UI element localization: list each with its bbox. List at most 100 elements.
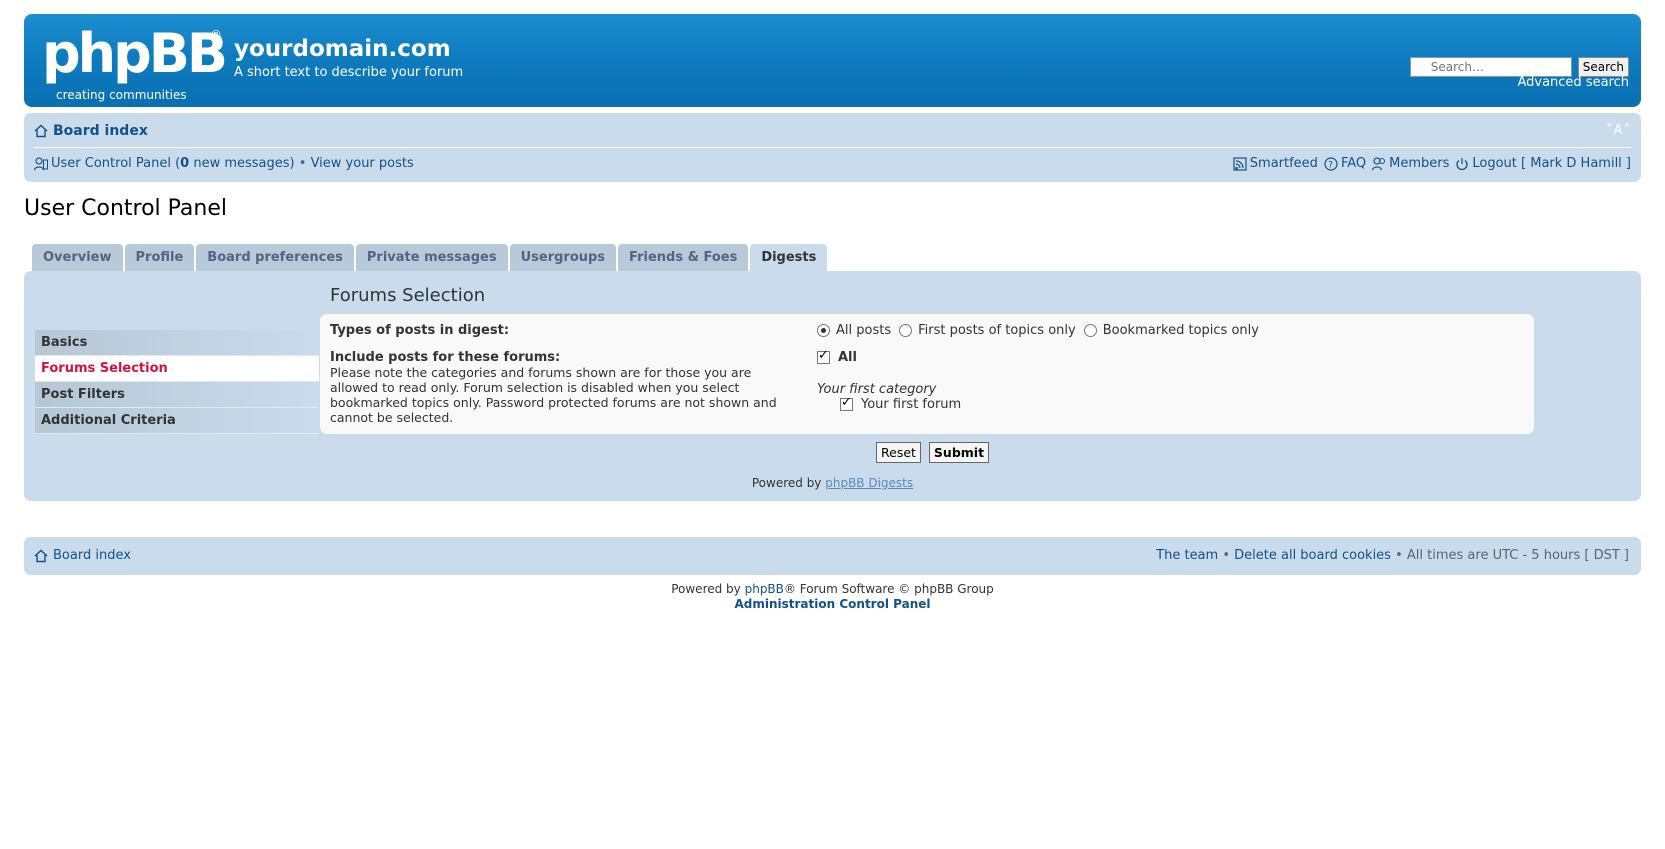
- font-size-toggle[interactable]: ˅A˄: [1606, 123, 1631, 138]
- user-icon: [34, 156, 48, 170]
- tab-private-messages[interactable]: Private messages: [355, 244, 508, 271]
- logo-registered-mark: ®: [210, 28, 222, 42]
- menu-item-additional-criteria[interactable]: Additional Criteria: [35, 408, 319, 434]
- footer-navbar: Board index The team • Delete all board …: [24, 537, 1641, 575]
- nav-left-links: User Control Panel (0 new messages) • Vi…: [34, 156, 414, 171]
- forum-label[interactable]: Your first forum: [861, 397, 961, 412]
- tab-usergroups[interactable]: Usergroups: [509, 244, 617, 271]
- feed-icon: [1233, 156, 1247, 171]
- tab-profile[interactable]: Profile: [124, 244, 195, 271]
- logout-label: Logout [ Mark D Hamill ]: [1472, 156, 1631, 171]
- ucp-link-text: User Control Panel (: [51, 156, 181, 171]
- view-posts-link[interactable]: View your posts: [311, 156, 414, 171]
- phpbb-digests-link[interactable]: phpBB Digests: [825, 476, 913, 490]
- copyright-suffix: ® Forum Software © phpBB Group: [783, 582, 994, 596]
- radio-all-posts[interactable]: [817, 324, 830, 337]
- ucp-panel: Basics Forums Selection Post Filters Add…: [24, 271, 1641, 501]
- site-name: yourdomain.com: [234, 36, 451, 62]
- ucp-link[interactable]: User Control Panel (0 new messages): [51, 156, 295, 171]
- phpbb-link[interactable]: phpBB: [745, 582, 784, 596]
- all-forums-label[interactable]: All: [838, 350, 857, 365]
- radio-first-posts[interactable]: [899, 324, 913, 337]
- tab-board-preferences[interactable]: Board preferences: [196, 244, 354, 271]
- breadcrumb-board-index[interactable]: Board index: [34, 123, 1631, 139]
- footer-board-index[interactable]: Board index: [34, 548, 131, 563]
- forum-checkbox[interactable]: [840, 395, 853, 411]
- site-header: phpBB creating communities ® yourdomain.…: [24, 14, 1641, 107]
- faq-label: FAQ: [1340, 156, 1367, 171]
- submit-button[interactable]: Submit: [928, 442, 990, 463]
- faq-icon: ?: [1324, 156, 1338, 171]
- post-type-radio-group: All posts First posts of topics only Boo…: [817, 323, 1267, 338]
- radio-bookmarked[interactable]: [1083, 324, 1097, 337]
- timezone-info: All times are UTC - 5 hours [ DST ]: [1406, 548, 1629, 563]
- include-forums-explain: Please note the categories and forums sh…: [330, 365, 777, 425]
- members-link[interactable]: Members: [1372, 156, 1449, 171]
- search-input-wrap: [1409, 56, 1572, 77]
- copyright-prefix: Powered by: [671, 582, 745, 596]
- radio-all-posts-label[interactable]: All posts: [836, 323, 891, 338]
- types-of-posts-label: Types of posts in digest:: [330, 323, 510, 338]
- footer-bullet-2: •: [1390, 548, 1407, 563]
- radio-bookmarked-label[interactable]: Bookmarked topics only: [1103, 323, 1259, 338]
- include-forums-label: Include posts for these forums:: [330, 350, 561, 365]
- digests-powered-prefix: Powered by: [751, 476, 826, 490]
- team-link[interactable]: The team: [1156, 548, 1218, 563]
- home-icon: [34, 549, 48, 562]
- include-forums-block: Include posts for these forums: Please n…: [330, 350, 800, 425]
- digests-powered-by: Powered by phpBB Digests: [24, 476, 1641, 490]
- delete-cookies-link[interactable]: Delete all board cookies: [1234, 548, 1391, 563]
- new-messages-count: 0: [180, 156, 190, 171]
- menu-item-forums-selection[interactable]: Forums Selection: [35, 356, 319, 382]
- menu-item-basics[interactable]: Basics: [35, 330, 319, 356]
- menu-item-post-filters[interactable]: Post Filters: [35, 382, 319, 408]
- all-forums-checkbox[interactable]: [817, 348, 830, 364]
- reset-button[interactable]: Reset: [876, 442, 921, 463]
- search-button[interactable]: Search: [1577, 56, 1629, 77]
- footer-bullet-1: •: [1218, 548, 1235, 563]
- settings-fieldset: Types of posts in digest: All posts Firs…: [320, 314, 1534, 434]
- nav-divider: [34, 147, 1631, 148]
- logo-tagline: creating communities: [56, 88, 187, 102]
- members-label: Members: [1389, 156, 1450, 171]
- all-forums-row: All: [817, 348, 857, 365]
- tab-digests[interactable]: Digests: [750, 244, 828, 271]
- nav-links-row: User Control Panel (0 new messages) • Vi…: [34, 156, 1631, 176]
- page-wrapper: phpBB creating communities ® yourdomain.…: [24, 14, 1641, 611]
- footer-right-links: The team • Delete all board cookies • Al…: [1156, 548, 1629, 563]
- copyright-line: Powered by phpBB® Forum Software © phpBB…: [24, 582, 1641, 597]
- svg-text:?: ?: [1328, 160, 1333, 170]
- board-index-label: Board index: [53, 123, 148, 139]
- category-label: Your first category: [817, 382, 937, 397]
- content-title: Forums Selection: [330, 285, 486, 306]
- members-icon: [1372, 156, 1386, 170]
- home-icon: [34, 124, 48, 138]
- footer-board-index-label: Board index: [53, 548, 131, 563]
- forum-row: Your first forum: [840, 395, 961, 412]
- nav-breadcrumb-row: Board index ˅A˄: [34, 123, 1631, 143]
- tab-overview[interactable]: Overview: [32, 244, 123, 271]
- advanced-search-link[interactable]: Advanced search: [1517, 75, 1629, 90]
- logo-text: phpBB: [42, 22, 228, 85]
- copyright: Powered by phpBB® Forum Software © phpBB…: [24, 582, 1641, 612]
- smartfeed-label: Smartfeed: [1249, 156, 1318, 171]
- form-buttons: Reset Submit: [876, 442, 990, 463]
- nav-bullet: •: [294, 156, 311, 171]
- phpbb-logo[interactable]: phpBB creating communities: [42, 22, 228, 102]
- nav-right-links: Smartfeed ? FAQ Members Logout [Mark D …: [1233, 156, 1631, 171]
- smartfeed-link[interactable]: Smartfeed: [1233, 156, 1318, 171]
- ucp-tabs: Overview Profile Board preferences Priva…: [32, 244, 828, 271]
- site-description: A short text to describe your forum: [234, 65, 464, 80]
- tab-friends-foes[interactable]: Friends & Foes: [618, 244, 749, 271]
- acp-link[interactable]: Administration Control Panel: [24, 597, 1641, 612]
- page-title: User Control Panel: [24, 196, 228, 221]
- search-box: Search: [1409, 56, 1629, 77]
- search-input[interactable]: [1409, 57, 1572, 77]
- logout-link[interactable]: Logout [ Mark D Hamill ]: [1455, 156, 1631, 171]
- power-icon: [1456, 157, 1468, 170]
- new-messages-suffix: new messages): [189, 156, 295, 171]
- faq-link[interactable]: ? FAQ: [1324, 156, 1366, 171]
- side-menu: Basics Forums Selection Post Filters Add…: [35, 330, 319, 434]
- navbar: Board index ˅A˄ User Control Panel (0 ne…: [24, 113, 1641, 182]
- radio-first-posts-label[interactable]: First posts of topics only: [918, 323, 1076, 338]
